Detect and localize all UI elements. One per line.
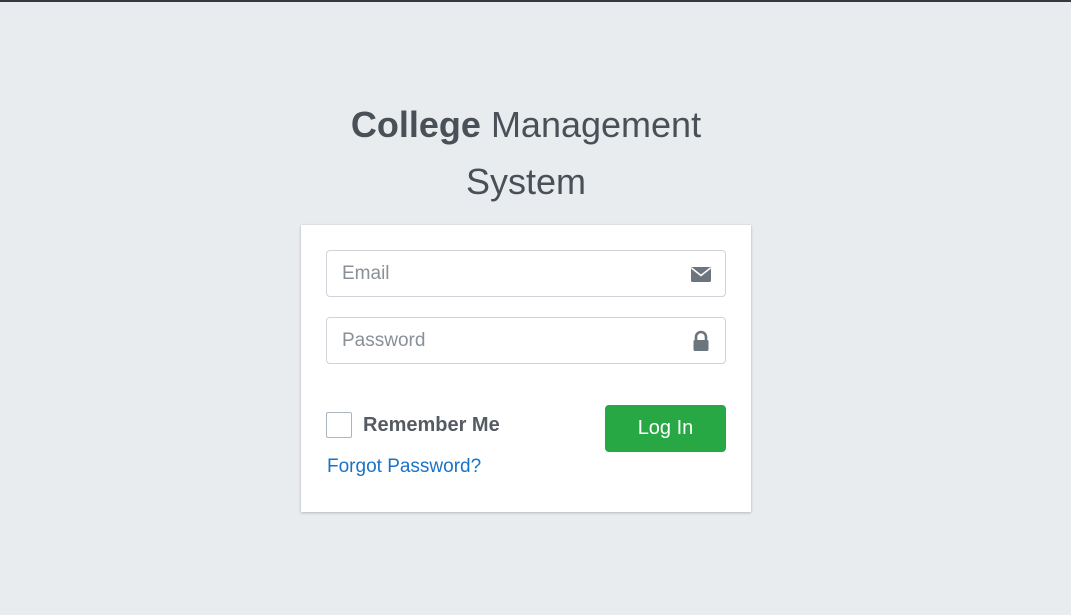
top-border: [0, 0, 1071, 2]
password-field[interactable]: [327, 318, 677, 363]
envelope-icon: [689, 263, 713, 285]
password-input-group: [326, 317, 726, 364]
login-button[interactable]: Log In: [605, 405, 726, 452]
email-input-group: [326, 250, 726, 297]
lock-icon: [689, 330, 713, 352]
remember-me-label[interactable]: Remember Me: [363, 414, 500, 437]
email-field[interactable]: [327, 251, 677, 296]
logo-bold-text: College: [350, 104, 481, 145]
logo-rest-text: Management System: [465, 104, 702, 202]
login-card: Remember Me Log In Forgot Password?: [301, 225, 751, 512]
app-logo: College Management System: [301, 96, 751, 210]
remember-me-checkbox[interactable]: [326, 412, 352, 438]
forgot-password-link[interactable]: Forgot Password?: [327, 456, 481, 478]
